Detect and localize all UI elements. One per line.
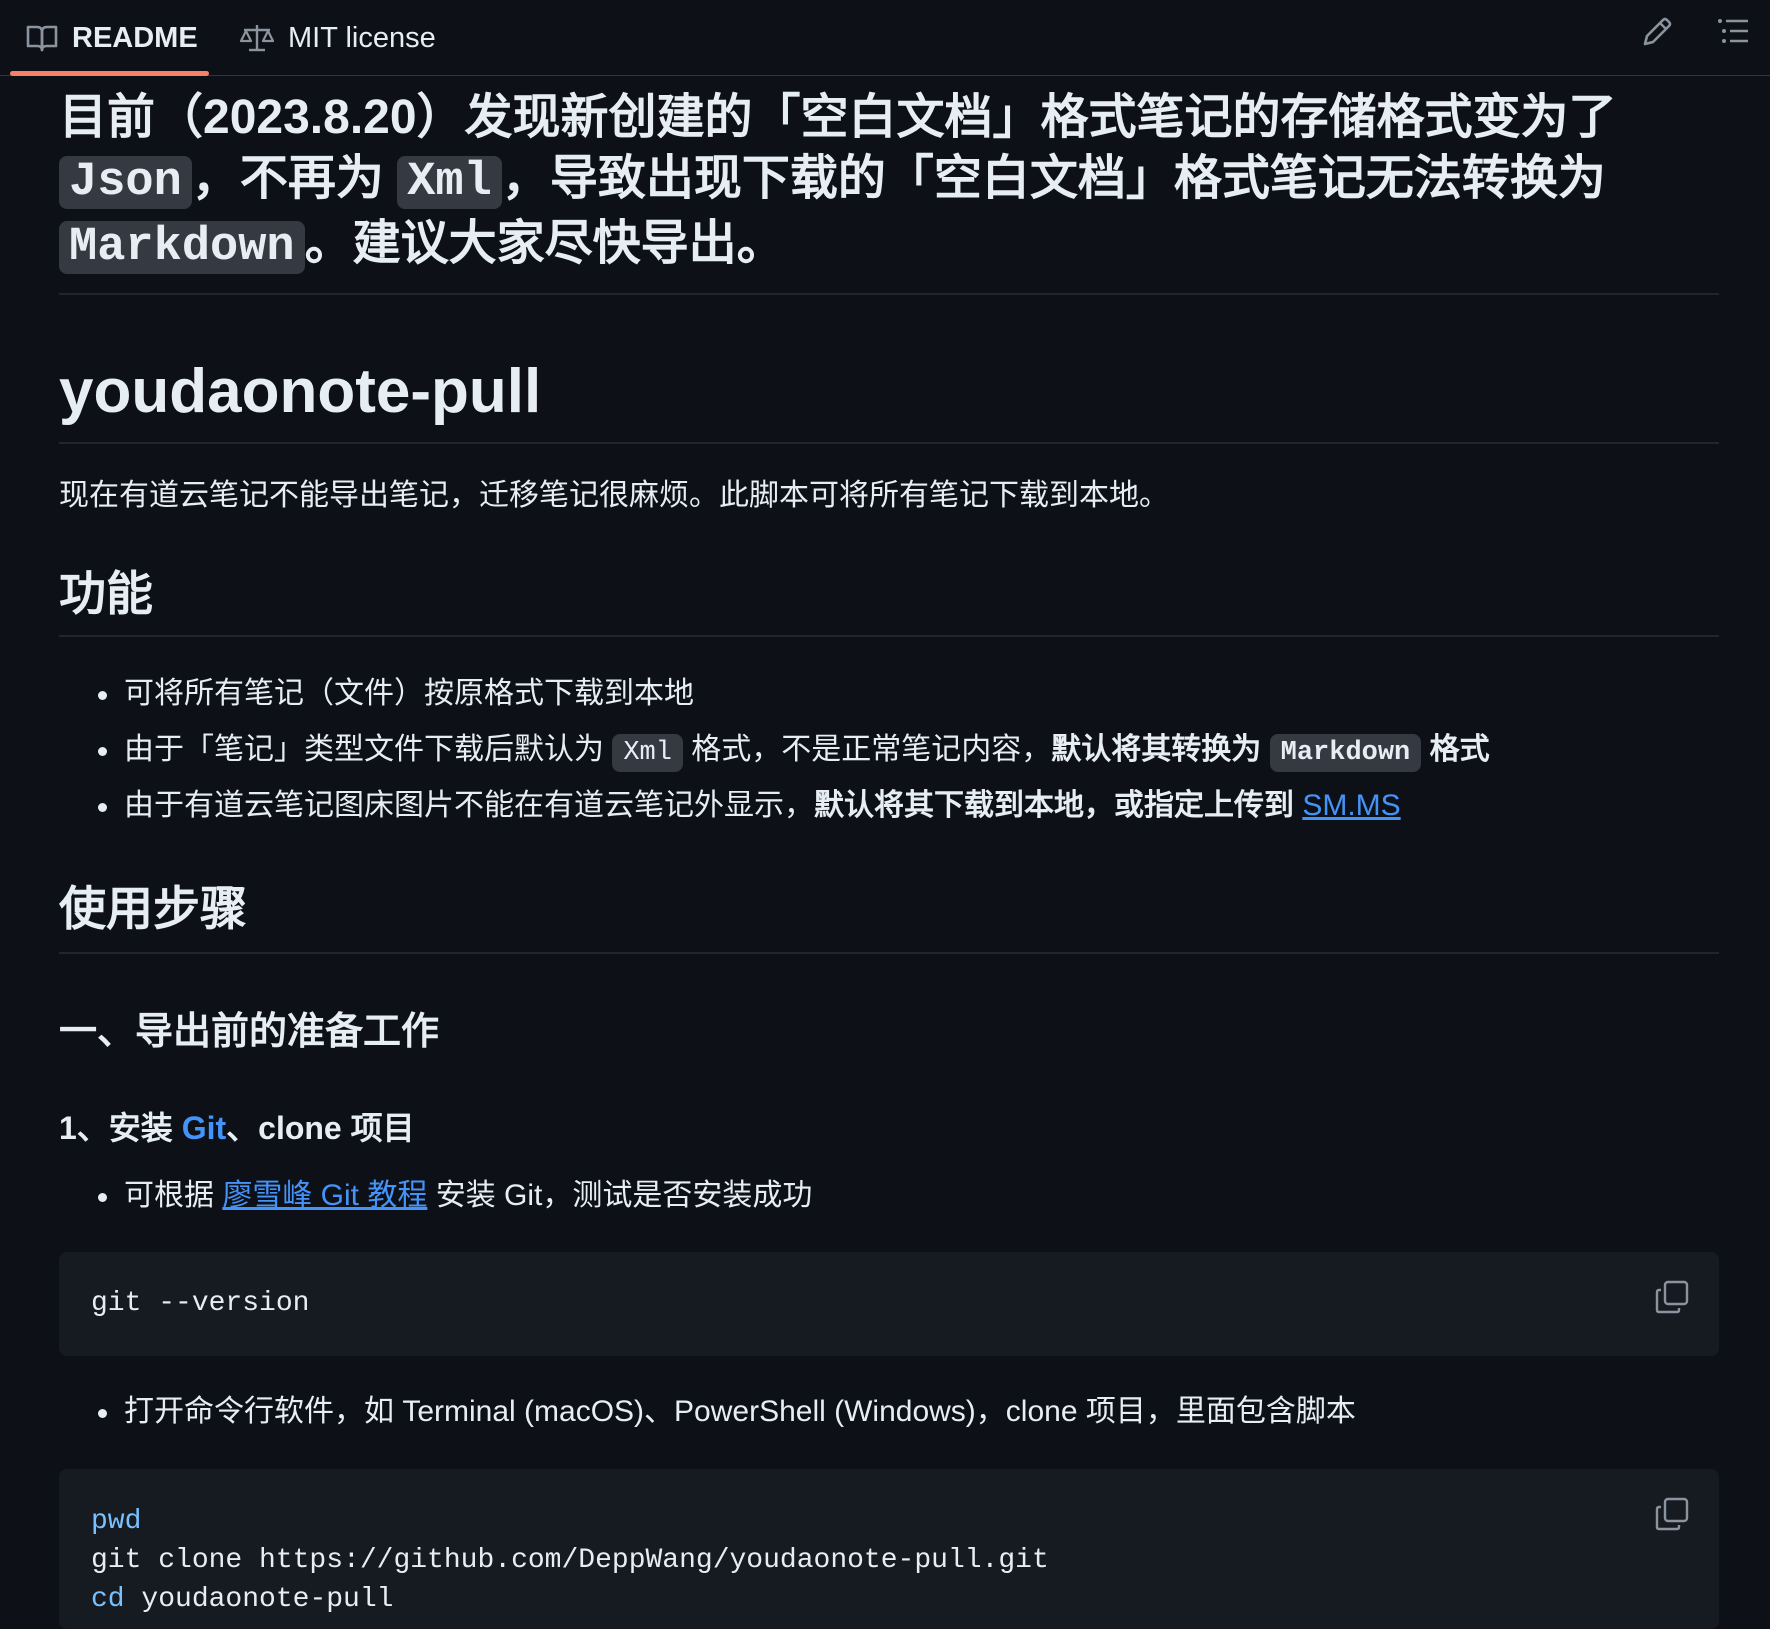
code-block-git-version[interactable]: git --version: [59, 1252, 1719, 1356]
smms-link[interactable]: SM.MS: [1302, 789, 1400, 822]
inline-code-markdown: Markdown: [1269, 734, 1422, 772]
list-item: 可将所有笔记（文件）按原格式下载到本地: [59, 666, 1490, 722]
intro-text: 现在有道云笔记不能导出笔记，迁移笔记很麻烦。此脚本可将所有笔记下载到本地。: [59, 479, 1169, 512]
outline-list-icon[interactable]: [1714, 12, 1754, 52]
prep-section-heading: 一、导出前的准备工作: [59, 1011, 440, 1053]
features-list: 可将所有笔记（文件）按原格式下载到本地 由于「笔记」类型文件下载后默认为 Xml…: [59, 666, 1490, 834]
features-heading: 功能: [59, 561, 1719, 637]
step1-list: 可根据 廖雪峰 Git 教程 安装 Git，测试是否安装成功: [59, 1168, 812, 1224]
usage-heading: 使用步骤: [59, 876, 1719, 954]
inline-code-xml: Xml: [612, 734, 683, 772]
step1-list-2: 打开命令行软件，如 Terminal (macOS)、PowerShell (W…: [59, 1384, 1356, 1440]
git-link[interactable]: Git: [182, 1110, 226, 1146]
code-block-clone[interactable]: pwd git clone https://github.com/DeppWan…: [59, 1469, 1719, 1629]
step1-heading: 1、安装 Git、clone 项目: [59, 1110, 415, 1146]
list-item: 可根据 廖雪峰 Git 教程 安装 Git，测试是否安装成功: [59, 1168, 812, 1224]
list-item: 由于有道云笔记图床图片不能在有道云笔记外显示，默认将其下载到本地，或指定上传到 …: [59, 778, 1490, 834]
book-icon: [26, 25, 58, 52]
list-item: 打开命令行软件，如 Terminal (macOS)、PowerShell (W…: [59, 1384, 1356, 1440]
copy-icon[interactable]: [1655, 1280, 1689, 1314]
list-item: 由于「笔记」类型文件下载后默认为 Xml 格式，不是正常笔记内容，默认将其转换为…: [59, 722, 1490, 778]
copy-icon[interactable]: [1655, 1497, 1689, 1531]
liaoxuefeng-git-tutorial-link[interactable]: 廖雪峰 Git 教程: [222, 1179, 427, 1212]
